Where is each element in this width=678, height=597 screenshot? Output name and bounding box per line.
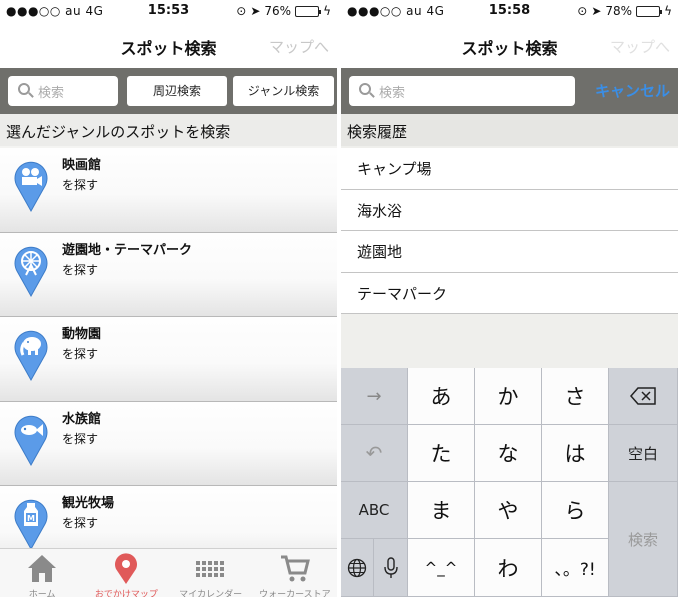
kana-key-ra[interactable]: ら bbox=[542, 482, 609, 539]
spot-sub: を探す bbox=[62, 431, 99, 446]
fish-icon bbox=[14, 415, 48, 466]
battery-icon bbox=[295, 5, 322, 17]
spot-name: 映画館 bbox=[62, 158, 102, 173]
kana-key-wa[interactable]: わ bbox=[475, 539, 542, 597]
spot-genre-list: 映画館 を探す 遊園地・テーマパーク を探す 動物園 を探す 水族館 を探す M… bbox=[0, 148, 337, 571]
backspace-key[interactable] bbox=[609, 368, 678, 425]
kana-key-ha[interactable]: は bbox=[542, 425, 609, 482]
spot-search-history-screen: ●●●○○ au 4G 15:58 ⊙ ➤ 78% ϟ スポット検索 マップへ … bbox=[341, 0, 678, 597]
spot-search-genre-screen: ●●●○○ au 4G 15:53 ⊙ ➤ 76% ϟ スポット検索 マップへ … bbox=[0, 0, 337, 597]
map-pin-icon bbox=[115, 553, 138, 584]
kana-key-sa[interactable]: さ bbox=[542, 368, 609, 425]
kana-key-a[interactable]: あ bbox=[408, 368, 475, 425]
globe-key[interactable] bbox=[341, 539, 374, 597]
battery-percent: 78% bbox=[605, 4, 633, 18]
status-bar: ●●●○○ au 4G 15:53 ⊙ ➤ 76% ϟ bbox=[0, 0, 337, 24]
history-item[interactable]: テーマパーク bbox=[341, 272, 678, 314]
search-toolbar: 検索 キャンセル bbox=[341, 68, 678, 114]
search-placeholder: 検索 bbox=[379, 85, 406, 101]
rotation-lock-icon: ⊙ bbox=[577, 4, 588, 18]
kana-key-ka[interactable]: か bbox=[475, 368, 542, 425]
arrow-right-icon: → bbox=[366, 385, 382, 407]
nav-bar: スポット検索 マップへ bbox=[341, 24, 678, 68]
dictation-key[interactable] bbox=[374, 539, 408, 597]
genre-search-button[interactable]: ジャンル検索 bbox=[233, 76, 334, 106]
section-title: 検索履歴 bbox=[341, 114, 678, 146]
milk-bottle-icon: M bbox=[14, 499, 48, 550]
tab-walker-store[interactable]: ウォーカーストア bbox=[253, 549, 337, 597]
tab-label: マイカレンダー bbox=[179, 590, 243, 597]
search-input[interactable]: 検索 bbox=[8, 76, 118, 106]
charging-icon: ϟ bbox=[323, 4, 331, 18]
elephant-icon bbox=[14, 330, 48, 381]
status-bar: ●●●○○ au 4G 15:58 ⊙ ➤ 78% ϟ bbox=[341, 0, 678, 24]
location-arrow-icon: ➤ bbox=[591, 4, 602, 18]
projector-icon bbox=[14, 161, 48, 212]
nearby-search-button[interactable]: 周辺検索 bbox=[127, 76, 227, 106]
japanese-kana-keyboard: → あ か さ ↶ た な は 空白 ABC ま や ら 検索 ^_^ わ 、。… bbox=[341, 368, 678, 597]
tab-outing-map[interactable]: おでかけマップ bbox=[84, 549, 168, 597]
svg-text:M: M bbox=[27, 514, 35, 523]
list-item-zoo[interactable]: 動物園 を探す bbox=[0, 317, 337, 402]
to-map-button[interactable]: マップへ bbox=[269, 36, 329, 57]
list-item-amusement-park[interactable]: 遊園地・テーマパーク を探す bbox=[0, 232, 337, 317]
space-key[interactable]: 空白 bbox=[609, 425, 678, 482]
kana-key-ma[interactable]: ま bbox=[408, 482, 475, 539]
spot-name: 観光牧場 bbox=[62, 496, 115, 511]
spot-name: 動物園 bbox=[62, 327, 102, 342]
search-input[interactable]: 検索 bbox=[349, 76, 575, 106]
cancel-button[interactable]: キャンセル bbox=[595, 80, 670, 101]
globe-icon bbox=[347, 558, 367, 577]
backspace-icon bbox=[630, 387, 656, 405]
tab-label: ホーム bbox=[28, 590, 56, 597]
charging-icon: ϟ bbox=[664, 4, 672, 18]
search-history-list: キャンプ場 海水浴 遊園地 テーマパーク bbox=[341, 148, 678, 314]
kana-key-ta[interactable]: た bbox=[408, 425, 475, 482]
history-item[interactable]: キャンプ場 bbox=[341, 148, 678, 190]
search-placeholder: 検索 bbox=[38, 85, 65, 101]
spot-sub: を探す bbox=[62, 262, 99, 277]
rotation-lock-icon: ⊙ bbox=[236, 4, 247, 18]
history-item[interactable]: 海水浴 bbox=[341, 189, 678, 231]
search-toolbar: 検索 周辺検索 ジャンル検索 bbox=[0, 68, 337, 114]
history-item[interactable]: 遊園地 bbox=[341, 231, 678, 273]
location-arrow-icon: ➤ bbox=[250, 4, 261, 18]
kana-key-ya[interactable]: や bbox=[475, 482, 542, 539]
list-item-aquarium[interactable]: 水族館 を探す bbox=[0, 401, 337, 486]
nav-bar: スポット検索 マップへ bbox=[0, 24, 337, 68]
emoticon-key[interactable]: ^_^ bbox=[408, 539, 475, 597]
search-icon bbox=[359, 83, 371, 95]
undo-icon: ↶ bbox=[365, 441, 383, 465]
battery-icon bbox=[636, 5, 663, 17]
ferris-wheel-icon bbox=[14, 246, 48, 297]
punctuation-key[interactable]: 、。?! bbox=[542, 539, 609, 597]
to-map-button[interactable]: マップへ bbox=[610, 36, 670, 57]
section-title: 選んだジャンルのスポットを検索 bbox=[0, 114, 337, 146]
spot-sub: を探す bbox=[62, 178, 99, 192]
search-key[interactable]: 検索 bbox=[609, 482, 678, 597]
list-item-movie-theater[interactable]: 映画館 を探す bbox=[0, 148, 337, 233]
spot-name: 遊園地・テーマパーク bbox=[62, 242, 193, 258]
microphone-icon bbox=[383, 556, 398, 578]
calendar-grid-icon bbox=[195, 561, 224, 577]
kana-key-na[interactable]: な bbox=[475, 425, 542, 482]
undo-key[interactable]: ↶ bbox=[341, 425, 408, 482]
battery-percent: 76% bbox=[264, 4, 292, 18]
tab-home[interactable]: ホーム bbox=[0, 549, 84, 597]
abc-key[interactable]: ABC bbox=[341, 482, 408, 539]
tab-my-calendar[interactable]: マイカレンダー bbox=[169, 549, 253, 597]
next-arrow-key[interactable]: → bbox=[341, 368, 408, 425]
cart-icon bbox=[280, 555, 310, 582]
tab-label: ウォーカーストア bbox=[259, 590, 331, 597]
tab-bar: ホーム おでかけマップ マイカレンダー ウォーカーストア bbox=[0, 548, 337, 597]
tab-label: おでかけマップ bbox=[94, 590, 158, 597]
home-icon bbox=[28, 555, 57, 582]
spot-sub: を探す bbox=[62, 347, 99, 361]
spot-name: 水族館 bbox=[62, 411, 102, 427]
search-icon bbox=[18, 83, 30, 95]
spot-sub: を探す bbox=[62, 516, 99, 530]
